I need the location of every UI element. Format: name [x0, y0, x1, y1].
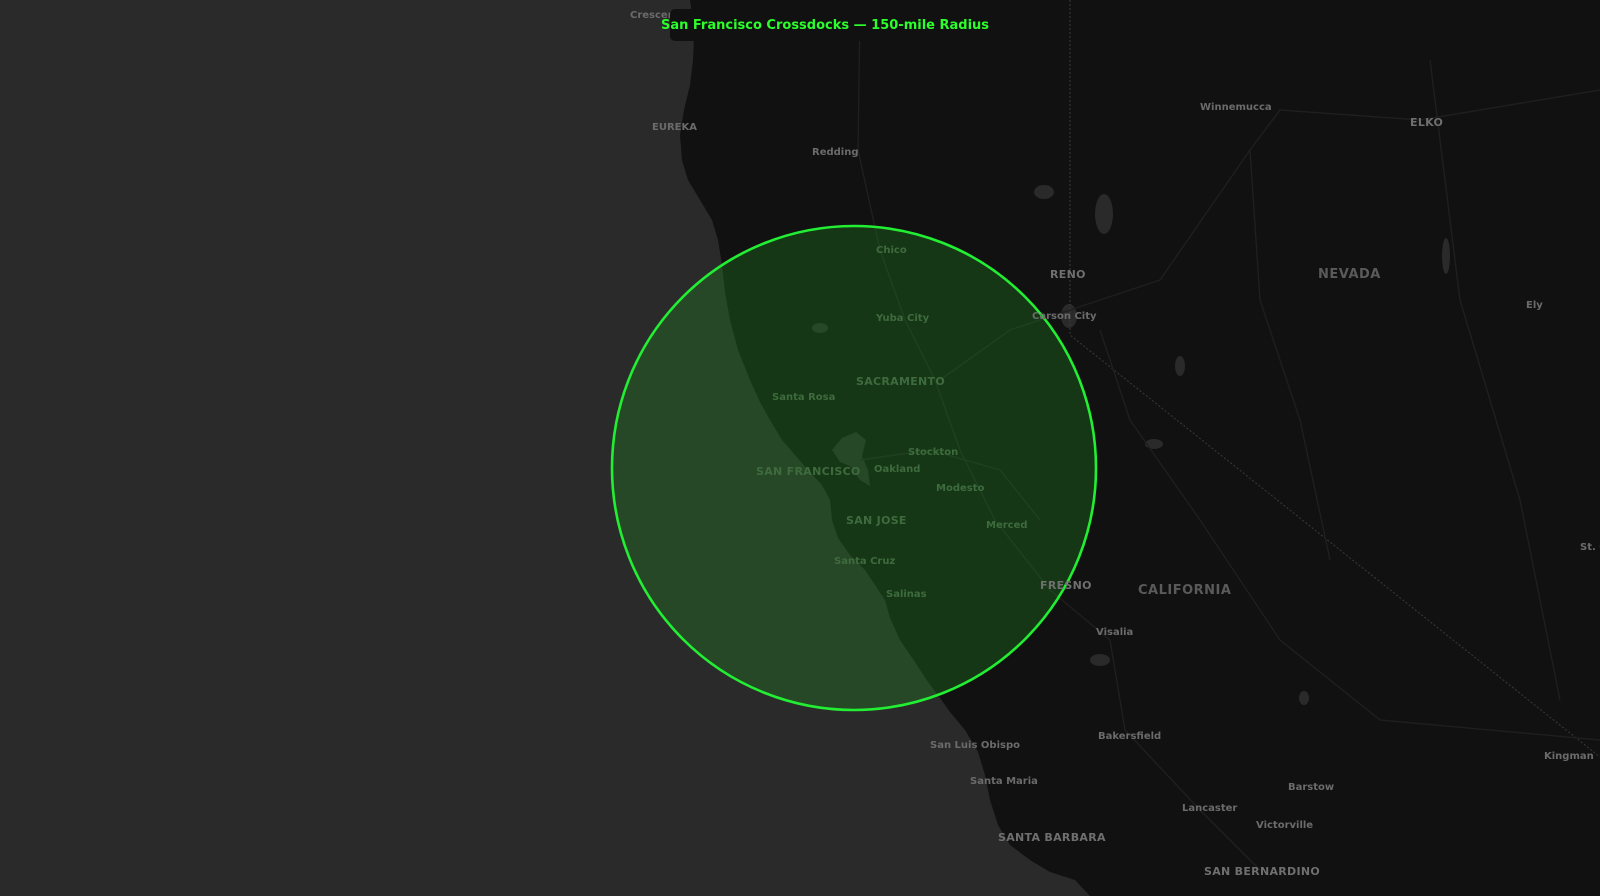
lake-4	[1442, 238, 1450, 274]
label-santa-rosa: Santa Rosa	[772, 392, 835, 403]
label-eureka: EUREKA	[652, 122, 697, 133]
map-canvas[interactable]: Crescent EUREKA Redding RENO Carson City…	[0, 0, 1600, 896]
lake-7	[1090, 654, 1110, 666]
label-santa-cruz: Santa Cruz	[834, 556, 895, 567]
label-carson-city: Carson City	[1032, 311, 1097, 322]
label-redding: Redding	[812, 147, 859, 158]
lake-6	[1299, 691, 1309, 705]
label-bakersfield: Bakersfield	[1098, 731, 1161, 742]
label-stockton: Stockton	[908, 447, 958, 458]
label-oakland: Oakland	[874, 464, 920, 475]
lake-1	[1095, 194, 1113, 234]
lake-2	[1034, 185, 1054, 199]
label-sacramento: SACRAMENTO	[856, 375, 945, 388]
label-kingman: Kingman	[1544, 751, 1594, 762]
label-merced: Merced	[986, 520, 1028, 531]
label-salinas: Salinas	[886, 589, 927, 600]
map-title: San Francisco Crossdocks — 150-mile Radi…	[661, 9, 989, 41]
label-barstow: Barstow	[1288, 782, 1334, 793]
label-victorville: Victorville	[1256, 820, 1313, 831]
label-visalia: Visalia	[1096, 627, 1133, 638]
label-chico: Chico	[876, 245, 907, 256]
label-modesto: Modesto	[936, 483, 984, 494]
label-fresno: FRESNO	[1040, 579, 1092, 592]
label-san-francisco: SAN FRANCISCO	[756, 465, 861, 478]
label-santa-barbara: SANTA BARBARA	[998, 831, 1106, 844]
label-elko: ELKO	[1410, 116, 1443, 129]
lake-3	[1175, 356, 1185, 376]
label-santa-maria: Santa Maria	[970, 776, 1038, 787]
basemap: Crescent EUREKA Redding RENO Carson City…	[0, 0, 1600, 896]
label-ely: Ely	[1526, 300, 1543, 311]
label-lancaster: Lancaster	[1182, 803, 1237, 814]
label-winnemucca: Winnemucca	[1200, 102, 1272, 113]
lake-5	[1145, 439, 1163, 449]
label-reno: RENO	[1050, 268, 1086, 281]
label-san-luis-obispo: San Luis Obispo	[930, 740, 1020, 751]
label-yuba-city: Yuba City	[875, 313, 930, 324]
label-nevada: NEVADA	[1318, 267, 1381, 282]
label-st-george: St. G	[1580, 542, 1600, 553]
label-california: CALIFORNIA	[1138, 583, 1231, 598]
label-san-bernardino: SAN BERNARDINO	[1204, 865, 1320, 878]
label-san-jose: SAN JOSE	[846, 514, 907, 527]
